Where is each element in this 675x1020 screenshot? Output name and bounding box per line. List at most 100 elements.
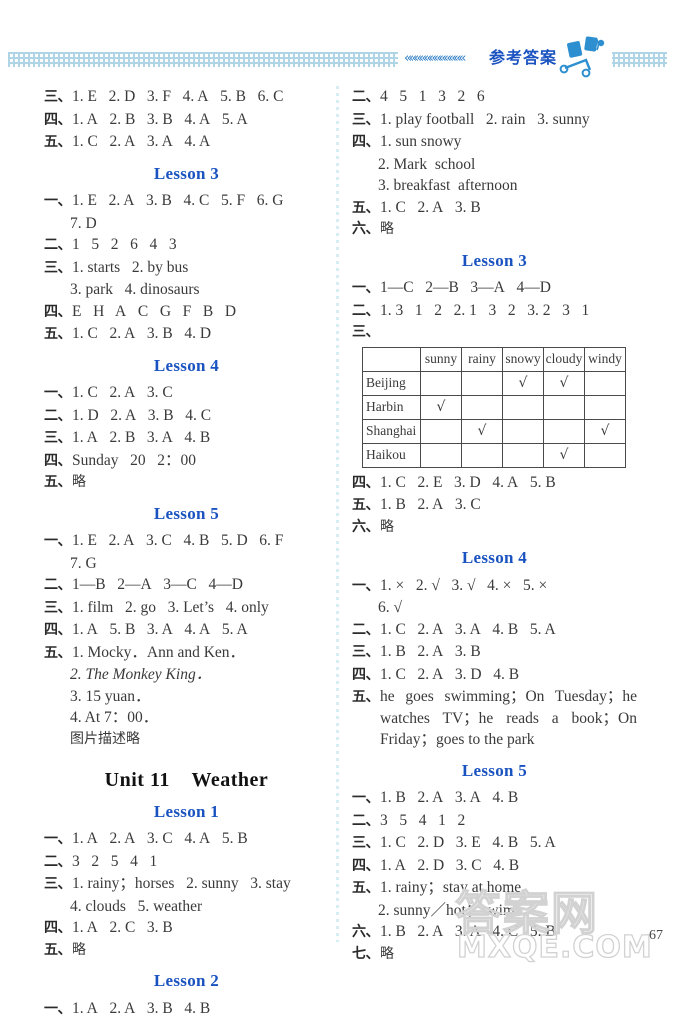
answer-number-label: 五、 <box>44 472 71 494</box>
answer-text: Sunday 20 2：00 <box>72 450 329 472</box>
answer-number-label: 一、 <box>44 531 71 553</box>
answer-text: 3 2 5 4 1 <box>72 851 329 873</box>
weather-table-corner-cell <box>363 347 421 371</box>
answer-line: 三、1. B 2. A 3. B <box>352 641 637 664</box>
answer-number-label: 五、 <box>44 643 71 665</box>
column-divider <box>336 86 339 942</box>
weather-table-empty-cell <box>503 419 544 443</box>
lesson-heading: Lesson 4 <box>44 355 329 377</box>
answer-text: 4. clouds 5. weather <box>70 896 329 918</box>
weather-table-empty-cell <box>462 395 503 419</box>
answer-text: 略 <box>380 219 637 241</box>
answer-line: 一、1. A 2. A 3. C 4. A 5. B <box>44 828 329 851</box>
answer-continuation-line: 3. breakfast afternoon <box>352 175 637 197</box>
answer-line: 二、1—B 2—A 3—C 4—D <box>44 574 329 597</box>
lesson-heading: Lesson 4 <box>352 547 637 569</box>
weather-table-city-label: Beijing <box>363 371 421 395</box>
answer-text: 3 5 4 1 2 <box>380 810 637 832</box>
check-icon: √ <box>560 447 569 463</box>
answer-line: 一、1. × 2. √ 3. √ 4. × 5. × <box>352 575 637 598</box>
check-icon: √ <box>437 399 446 415</box>
weather-table-check-cell: √ <box>503 371 544 395</box>
answer-text: 2. The Monkey King． <box>70 664 329 686</box>
answer-number-label: 三、 <box>44 87 71 109</box>
lesson-heading: Lesson 3 <box>352 250 637 272</box>
answer-text: 略 <box>72 472 329 494</box>
answer-text: 1. rainy；stay at home <box>380 877 637 899</box>
answer-continuation-line: 2. sunny／hot；swim <box>352 900 637 922</box>
answer-text: 1. B 2. A 3. A 4. C 5. B <box>380 921 637 943</box>
answer-text: 1. B 2. A 3. B <box>380 641 637 663</box>
weather-table-col-header: sunny <box>421 347 462 371</box>
answer-line: 五、1. C 2. A 3. B 4. D <box>44 323 329 346</box>
weather-table-check-cell: √ <box>585 419 626 443</box>
answer-line: 四、Sunday 20 2：00 <box>44 450 329 473</box>
answer-text: 1. E 2. A 3. C 4. B 5. D 6. F <box>72 530 329 552</box>
answer-text: 1. C 2. A 3. C <box>72 382 329 404</box>
answer-line: 三、1. film 2. go 3. Let’s 4. only <box>44 597 329 620</box>
answer-continuation-line: 7. G <box>44 553 329 575</box>
answer-line: 三、1. starts 2. by bus <box>44 257 329 280</box>
answer-text: 略 <box>380 944 637 966</box>
answer-line: 七、略 <box>352 944 637 966</box>
answer-text: 1. 3 1 2 2. 1 3 2 3. 2 3 1 <box>380 300 637 322</box>
lesson-heading: Lesson 3 <box>44 163 329 185</box>
answer-text: 略 <box>72 940 329 962</box>
answer-line: 二、3 2 5 4 1 <box>44 851 329 874</box>
answer-text: 1. B 2. A 3. A 4. B <box>380 787 637 809</box>
answer-number-label: 二、 <box>352 87 379 109</box>
weather-table-empty-cell <box>421 419 462 443</box>
answer-text: he goes swimming；On Tuesday；he watches T… <box>380 686 637 751</box>
answer-text: 1. C 2. D 3. E 4. B 5. A <box>380 832 637 854</box>
answer-number-label: 三、 <box>352 833 379 855</box>
weather-table-empty-cell <box>544 395 585 419</box>
lesson-heading: Lesson 5 <box>44 503 329 525</box>
answer-number-label: 四、 <box>44 918 71 940</box>
lesson-heading: Lesson 2 <box>44 970 329 992</box>
answer-text: 1. rainy；horses 2. sunny 3. stay <box>72 873 329 895</box>
answer-line: 三、1. rainy；horses 2. sunny 3. stay <box>44 873 329 896</box>
answer-text: 1. play football 2. rain 3. sunny <box>380 109 637 131</box>
answer-line: 五、1. B 2. A 3. C <box>352 494 637 517</box>
answer-text: 2. sunny／hot；swim <box>378 900 637 922</box>
weather-table-col-header: rainy <box>462 347 503 371</box>
answer-text: 1. A 2. C 3. B <box>72 917 329 939</box>
answer-line: 二、3 5 4 1 2 <box>352 810 637 833</box>
answer-line: 四、1. A 2. D 3. C 4. B <box>352 855 637 878</box>
answer-number-label: 二、 <box>44 852 71 874</box>
answer-continuation-line: 4. clouds 5. weather <box>44 896 329 918</box>
answer-line: 一、1. E 2. A 3. B 4. C 5. F 6. G <box>44 190 329 213</box>
answer-line: 二、4 5 1 3 2 6 <box>352 86 637 109</box>
answer-number-label: 一、 <box>352 788 379 810</box>
right-blocks-bottom: 四、1. C 2. E 3. D 4. A 5. B五、1. B 2. A 3.… <box>352 472 637 966</box>
weather-table-check-cell: √ <box>544 443 585 467</box>
answer-number-label: 五、 <box>352 878 379 900</box>
weather-table-check-cell: √ <box>544 371 585 395</box>
answer-text: 4 5 1 3 2 6 <box>380 86 637 108</box>
weather-table-empty-cell <box>462 371 503 395</box>
answer-number-label: 六、 <box>352 517 379 539</box>
weather-table-col-header: cloudy <box>544 347 585 371</box>
weather-table-city-label: Harbin <box>363 395 421 419</box>
answer-text: E H A C G F B D <box>72 301 329 323</box>
answer-line: 一、1. E 2. A 3. C 4. B 5. D 6. F <box>44 530 329 553</box>
answer-number-label: 五、 <box>352 687 379 709</box>
answer-text: 7. D <box>70 213 329 235</box>
answer-line: 五、he goes swimming；On Tuesday；he watches… <box>352 686 637 751</box>
answer-text: 1. B 2. A 3. C <box>380 494 637 516</box>
answer-text: 1 5 2 6 4 3 <box>72 234 329 256</box>
answer-number-label: 三、 <box>44 598 71 620</box>
answer-number-label: 五、 <box>44 940 71 962</box>
answer-number-label: 一、 <box>352 576 379 598</box>
answer-line: 六、1. B 2. A 3. A 4. C 5. B <box>352 921 637 944</box>
answer-text: 1. A 2. A 3. B 4. B <box>72 998 329 1020</box>
answer-text: 4. At 7：00． <box>70 707 329 729</box>
answer-number-label: 一、 <box>44 191 71 213</box>
answer-continuation-line: 6. √ <box>352 597 637 619</box>
answer-number-label: 五、 <box>352 495 379 517</box>
answer-text: 1. A 5. B 3. A 4. A 5. A <box>72 619 329 641</box>
answer-line: 二、1. D 2. A 3. B 4. C <box>44 405 329 428</box>
weather-table-empty-cell <box>585 371 626 395</box>
answer-line: 四、1. A 5. B 3. A 4. A 5. A <box>44 619 329 642</box>
weather-table-empty-cell <box>503 443 544 467</box>
